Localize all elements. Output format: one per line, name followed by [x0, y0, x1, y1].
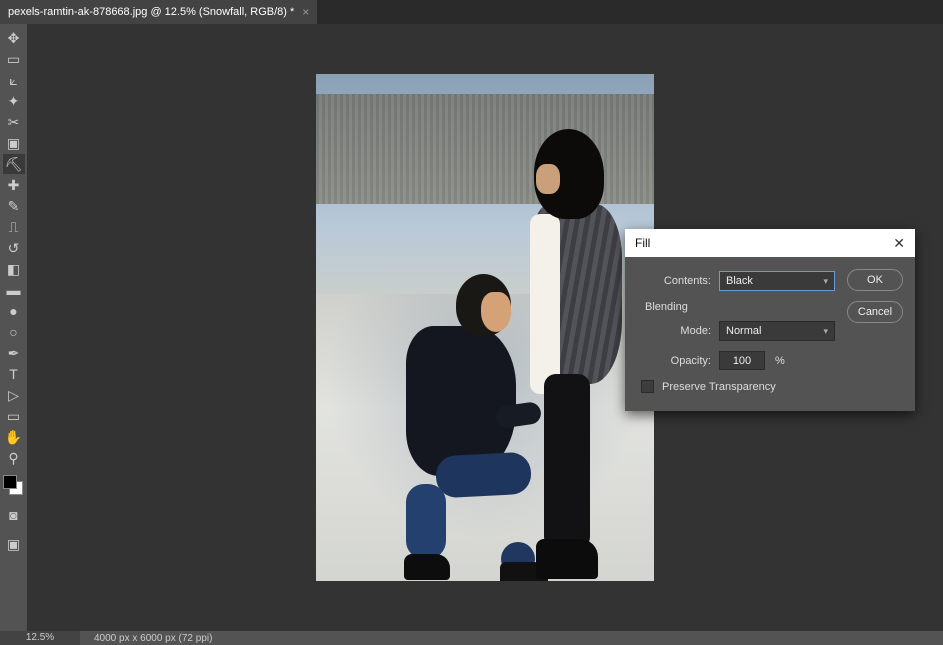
preserve-transparency-checkbox[interactable]	[641, 380, 654, 393]
history-brush-tool[interactable]: ↺	[3, 238, 25, 258]
document-canvas[interactable]	[316, 74, 654, 581]
stamp-tool[interactable]: ⎍	[3, 217, 25, 237]
blur-tool[interactable]: ●	[3, 301, 25, 321]
preserve-transparency-label: Preserve Transparency	[662, 381, 776, 393]
status-bar: 12.5% 4000 px x 6000 px (72 ppi)	[0, 631, 943, 645]
blending-group-label: Blending	[645, 301, 835, 313]
opacity-input[interactable]	[719, 351, 765, 370]
contents-label: Contents:	[639, 275, 711, 287]
document-tab-bar: pexels-ramtin-ak-878668.jpg @ 12.5% (Sno…	[0, 0, 943, 24]
type-tool[interactable]: T	[3, 364, 25, 384]
tool-palette: ✥▭⟀✦✂▣⛏✚✎⎍↺◧▬●○✒T▷▭✋⚲◙▣	[0, 24, 27, 631]
frame-tool[interactable]: ▣	[3, 133, 25, 153]
pen-tool[interactable]: ✒	[3, 343, 25, 363]
contents-value: Black	[726, 275, 753, 287]
photo-subject-man	[376, 274, 526, 574]
mode-label: Mode:	[659, 325, 711, 337]
crop-tool[interactable]: ✂	[3, 112, 25, 132]
fill-dialog: Fill ✕ OK Cancel Contents: Black ▾ Blend…	[625, 229, 915, 411]
hand-tool[interactable]: ✋	[3, 427, 25, 447]
brush-tool[interactable]: ✎	[3, 196, 25, 216]
rectangle-tool[interactable]: ▭	[3, 406, 25, 426]
color-swatches[interactable]	[3, 475, 25, 497]
dialog-title: Fill	[635, 236, 650, 250]
gradient-tool[interactable]: ▬	[3, 280, 25, 300]
close-icon[interactable]: ×	[302, 5, 309, 19]
zoom-level[interactable]: 12.5%	[0, 631, 80, 645]
path-select-tool[interactable]: ▷	[3, 385, 25, 405]
mode-dropdown[interactable]: Normal ▾	[719, 321, 835, 341]
document-tab[interactable]: pexels-ramtin-ak-878668.jpg @ 12.5% (Sno…	[0, 0, 318, 24]
move-tool[interactable]: ✥	[3, 28, 25, 48]
lasso-tool[interactable]: ⟀	[3, 70, 25, 90]
screen-mode-tool[interactable]: ▣	[3, 534, 25, 554]
tab-title: pexels-ramtin-ak-878668.jpg @ 12.5% (Sno…	[8, 6, 294, 18]
eyedropper-tool[interactable]: ⛏	[3, 154, 25, 174]
chevron-down-icon: ▾	[823, 326, 828, 337]
dialog-titlebar[interactable]: Fill ✕	[625, 229, 915, 257]
opacity-label: Opacity:	[659, 355, 711, 367]
document-dimensions: 4000 px x 6000 px (72 ppi)	[80, 633, 212, 644]
chevron-down-icon: ▾	[823, 276, 828, 287]
close-icon[interactable]: ✕	[893, 235, 905, 252]
dodge-tool[interactable]: ○	[3, 322, 25, 342]
eraser-tool[interactable]: ◧	[3, 259, 25, 279]
healing-tool[interactable]: ✚	[3, 175, 25, 195]
opacity-unit: %	[775, 355, 785, 367]
quickmask-tool[interactable]: ◙	[3, 505, 25, 525]
zoom-tool[interactable]: ⚲	[3, 448, 25, 468]
marquee-tool[interactable]: ▭	[3, 49, 25, 69]
wand-tool[interactable]: ✦	[3, 91, 25, 111]
contents-dropdown[interactable]: Black ▾	[719, 271, 835, 291]
mode-value: Normal	[726, 325, 761, 337]
cancel-button[interactable]: Cancel	[847, 301, 903, 323]
ok-button[interactable]: OK	[847, 269, 903, 291]
